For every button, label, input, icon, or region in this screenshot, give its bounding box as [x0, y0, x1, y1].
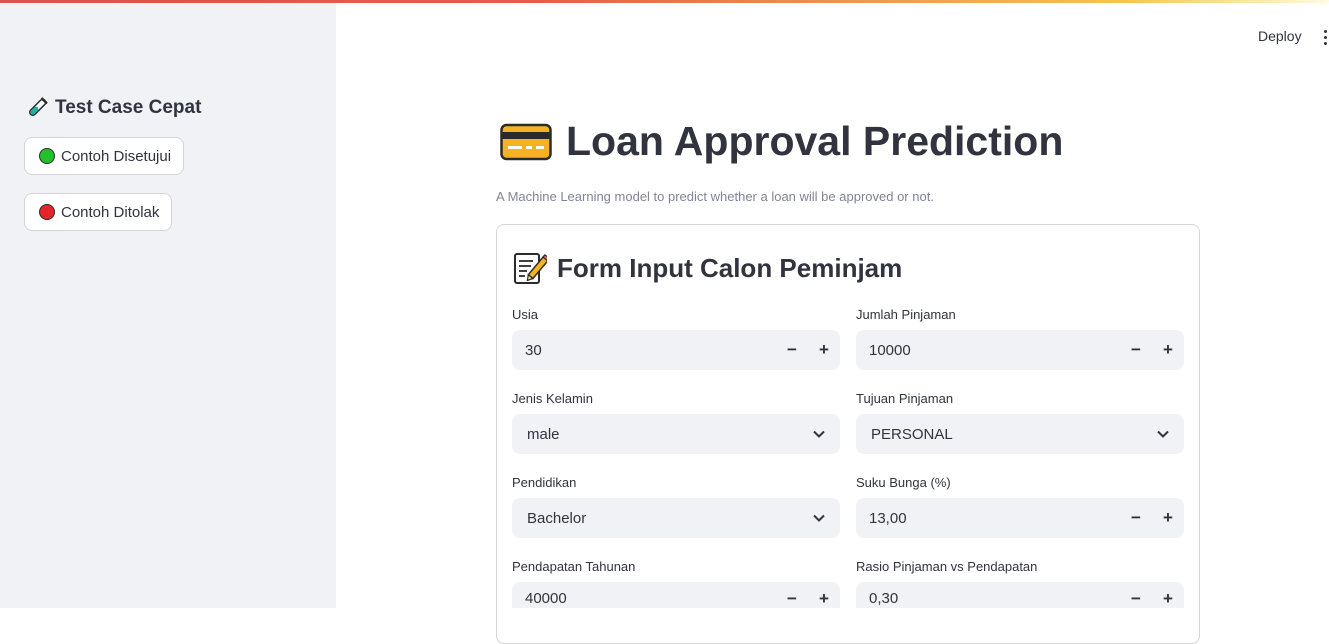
form-title-text: Form Input Calon Peminjam	[557, 252, 903, 283]
page-title-text: Loan Approval Prediction	[566, 118, 1064, 164]
tujuan-pinjaman-label: Tujuan Pinjaman	[856, 391, 954, 406]
usia-label: Usia	[512, 307, 539, 322]
sidebar	[0, 3, 336, 608]
jenis-kelamin-value: male	[527, 425, 560, 443]
suku-bunga-decrement-button[interactable]: −	[1120, 498, 1152, 538]
tujuan-pinjaman-value: PERSONAL	[871, 425, 953, 443]
pendapatan-tahunan-value[interactable]: 40000	[512, 590, 776, 608]
test-tube-icon	[29, 97, 48, 116]
memo-icon	[514, 253, 547, 284]
contoh-disetujui-label: Contoh Disetujui	[61, 147, 172, 165]
chevron-down-icon[interactable]	[812, 511, 826, 525]
deploy-button[interactable]: Deploy	[1258, 28, 1302, 44]
rasio-value[interactable]: 0,30	[856, 590, 1120, 608]
usia-increment-button[interactable]: +	[808, 330, 840, 370]
contoh-disetujui-button[interactable]: Contoh Disetujui	[24, 137, 185, 175]
rasio-increment-button[interactable]: +	[1152, 589, 1184, 608]
red-circle-icon	[39, 204, 55, 220]
suku-bunga-value[interactable]: 13,00	[856, 510, 1120, 527]
pendapatan-tahunan-label: Pendapatan Tahunan	[512, 559, 636, 574]
sidebar-title-text: Test Case Cepat	[55, 97, 202, 118]
jumlah-pinjaman-input[interactable]: 10000 − +	[856, 330, 1184, 370]
suku-bunga-label: Suku Bunga (%)	[856, 475, 951, 490]
rasio-label: Rasio Pinjaman vs Pendapatan	[856, 559, 1038, 574]
pendidikan-select[interactable]: Bachelor	[512, 498, 840, 538]
jumlah-pinjaman-label: Jumlah Pinjaman	[856, 307, 956, 322]
jumlah-pinjaman-increment-button[interactable]: +	[1152, 330, 1184, 370]
contoh-ditolak-button[interactable]: Contoh Ditolak	[24, 193, 173, 231]
page-title: Loan Approval Prediction	[500, 118, 1063, 165]
pendapatan-tahunan-increment-button[interactable]: +	[808, 589, 840, 608]
kebab-menu-icon[interactable]	[1323, 30, 1329, 46]
suku-bunga-input[interactable]: 13,00 − +	[856, 498, 1184, 538]
rasio-input[interactable]: 0,30 − +	[856, 582, 1184, 608]
pendidikan-label: Pendidikan	[512, 475, 577, 490]
contoh-ditolak-label: Contoh Ditolak	[61, 203, 160, 221]
jumlah-pinjaman-decrement-button[interactable]: −	[1120, 330, 1152, 370]
tujuan-pinjaman-select[interactable]: PERSONAL	[856, 414, 1184, 454]
chevron-down-icon[interactable]	[1156, 427, 1170, 441]
chevron-down-icon[interactable]	[812, 427, 826, 441]
jenis-kelamin-label: Jenis Kelamin	[512, 391, 593, 406]
sidebar-title: Test Case Cepat	[25, 96, 201, 120]
usia-value[interactable]: 30	[512, 342, 776, 359]
credit-card-icon	[500, 123, 552, 160]
pendidikan-value: Bachelor	[527, 509, 587, 527]
form-title: Form Input Calon Peminjam	[513, 251, 902, 285]
jumlah-pinjaman-value[interactable]: 10000	[856, 342, 1120, 359]
rasio-decrement-button[interactable]: −	[1120, 589, 1152, 608]
usia-decrement-button[interactable]: −	[776, 330, 808, 370]
suku-bunga-increment-button[interactable]: +	[1152, 498, 1184, 538]
pendapatan-tahunan-decrement-button[interactable]: −	[776, 589, 808, 608]
pendapatan-tahunan-input[interactable]: 40000 − +	[512, 582, 840, 608]
green-circle-icon	[39, 148, 55, 164]
usia-input[interactable]: 30 − +	[512, 330, 840, 370]
page-subtitle: A Machine Learning model to predict whet…	[496, 189, 934, 204]
jenis-kelamin-select[interactable]: male	[512, 414, 840, 454]
